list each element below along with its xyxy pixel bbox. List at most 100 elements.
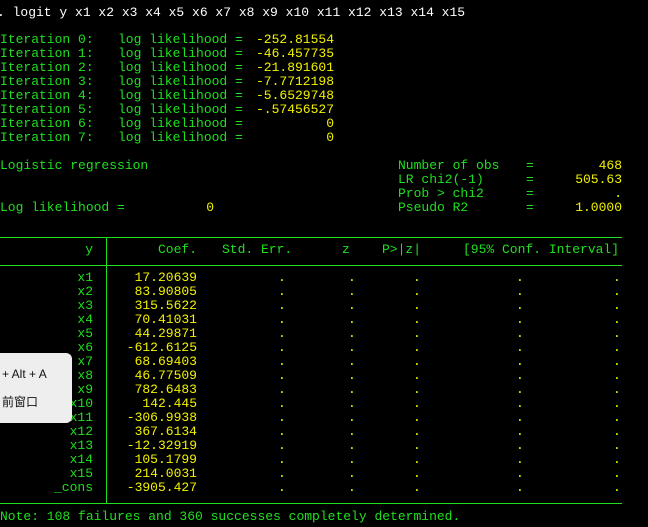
row-std-err: . — [278, 438, 286, 453]
stat-equals: = — [526, 186, 534, 201]
row-ci-high: . — [613, 368, 621, 383]
iteration-text: log likelihood = — [118, 130, 243, 145]
row-variable: x3 — [77, 298, 93, 313]
stat-equals: = — [526, 158, 534, 173]
iteration-text: log likelihood = — [118, 116, 243, 131]
row-ci-high: . — [613, 480, 621, 495]
row-z: . — [348, 424, 356, 439]
iteration-text: log likelihood = — [118, 88, 243, 103]
table-column-divider — [106, 237, 107, 504]
model-title: Logistic regression — [0, 158, 149, 173]
row-p: . — [413, 298, 421, 313]
command-line: . logit y x1 x2 x3 x4 x5 x6 x7 x8 x9 x10… — [0, 5, 466, 20]
row-ci-high: . — [613, 382, 621, 397]
row-ci-low: . — [516, 354, 524, 369]
header-z: z — [342, 242, 350, 257]
row-coef: 782.6483 — [134, 382, 197, 397]
row-variable: x15 — [69, 466, 93, 481]
row-ci-low: . — [516, 424, 524, 439]
row-ci-low: . — [516, 340, 524, 355]
iteration-value: 0 — [326, 130, 334, 145]
stat-equals: = — [526, 172, 534, 187]
stat-label: Prob > chi2 — [398, 186, 484, 201]
row-p: . — [413, 284, 421, 299]
row-z: . — [348, 466, 356, 481]
row-coef: 44.29871 — [134, 326, 197, 341]
row-ci-low: . — [516, 410, 524, 425]
header-p: P>|z| — [382, 242, 422, 257]
row-std-err: . — [278, 270, 286, 285]
stat-label: Number of obs — [398, 158, 500, 173]
row-z: . — [348, 284, 356, 299]
row-z: . — [348, 368, 356, 383]
shortcut-tooltip-popup: + Alt + A 前窗口 — [0, 353, 72, 423]
row-p: . — [413, 452, 421, 467]
iteration-value: 0 — [326, 116, 334, 131]
row-p: . — [413, 312, 421, 327]
row-coef: 142.445 — [142, 396, 197, 411]
row-p: . — [413, 368, 421, 383]
row-ci-low: . — [516, 326, 524, 341]
row-coef: 367.6134 — [134, 424, 197, 439]
row-ci-low: . — [516, 466, 524, 481]
row-ci-high: . — [613, 466, 621, 481]
row-coef: 68.69403 — [134, 354, 197, 369]
log-likelihood-value: 0 — [206, 200, 214, 215]
row-ci-low: . — [516, 298, 524, 313]
row-ci-low: . — [516, 480, 524, 495]
row-std-err: . — [278, 396, 286, 411]
iteration-label: Iteration 1: — [0, 46, 94, 61]
stat-label: LR chi2(-1) — [398, 172, 484, 187]
row-z: . — [348, 452, 356, 467]
iteration-label: Iteration 3: — [0, 74, 94, 89]
row-z: . — [348, 382, 356, 397]
iteration-label: Iteration 2: — [0, 60, 94, 75]
row-z: . — [348, 340, 356, 355]
iteration-value: -.57456527 — [255, 102, 334, 117]
row-ci-high: . — [613, 270, 621, 285]
row-std-err: . — [278, 466, 286, 481]
iteration-label: Iteration 5: — [0, 102, 94, 117]
iteration-value: -252.81554 — [255, 32, 334, 47]
row-ci-high: . — [613, 424, 621, 439]
header-coef: Coef. — [157, 242, 197, 257]
iteration-text: log likelihood = — [118, 32, 243, 47]
stat-value: . — [614, 186, 622, 201]
row-p: . — [413, 424, 421, 439]
row-ci-high: . — [613, 410, 621, 425]
stat-value: 505.63 — [575, 172, 622, 187]
row-variable: x13 — [69, 438, 93, 453]
row-ci-high: . — [613, 438, 621, 453]
row-p: . — [413, 438, 421, 453]
row-std-err: . — [278, 368, 286, 383]
row-ci-high: . — [613, 452, 621, 467]
row-std-err: . — [278, 410, 286, 425]
row-z: . — [348, 312, 356, 327]
iteration-label: Iteration 7: — [0, 130, 94, 145]
row-coef: -12.32919 — [126, 438, 197, 453]
popup-line-2: 前窗口 — [2, 395, 39, 409]
row-ci-high: . — [613, 340, 621, 355]
row-variable: x14 — [69, 452, 93, 467]
row-std-err: . — [278, 340, 286, 355]
row-std-err: . — [278, 298, 286, 313]
row-std-err: . — [278, 354, 286, 369]
row-ci-high: . — [613, 396, 621, 411]
row-std-err: . — [278, 424, 286, 439]
row-z: . — [348, 438, 356, 453]
popup-line-1: + Alt + A — [2, 367, 47, 381]
row-std-err: . — [278, 312, 286, 327]
row-z: . — [348, 270, 356, 285]
log-likelihood-label: Log likelihood = — [0, 200, 125, 215]
row-coef: 46.77509 — [134, 368, 197, 383]
iteration-text: log likelihood = — [118, 74, 243, 89]
iteration-label: Iteration 4: — [0, 88, 94, 103]
row-p: . — [413, 326, 421, 341]
row-std-err: . — [278, 382, 286, 397]
row-coef: 214.0031 — [134, 466, 197, 481]
iteration-label: Iteration 6: — [0, 116, 94, 131]
row-ci-high: . — [613, 354, 621, 369]
row-variable: x1 — [77, 270, 93, 285]
iteration-value: -46.457735 — [255, 46, 334, 61]
row-ci-low: . — [516, 452, 524, 467]
